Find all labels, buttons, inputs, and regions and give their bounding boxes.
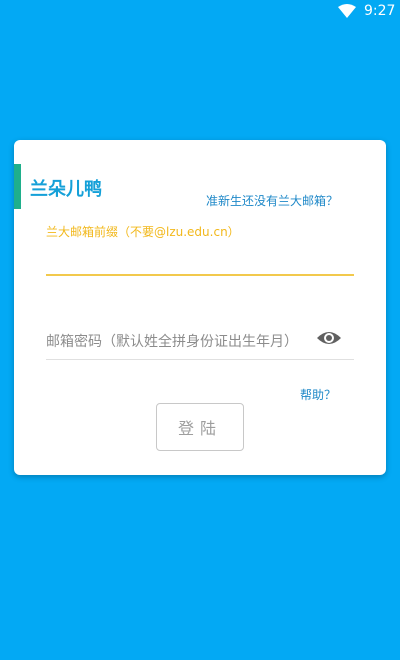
password-underline <box>46 359 354 360</box>
password-input[interactable] <box>46 326 316 356</box>
app-title: 兰朵儿鸭 <box>30 179 102 200</box>
login-button[interactable]: 登陆 <box>156 403 244 451</box>
login-card: 兰朵儿鸭 准新生还没有兰大邮箱？ 兰大邮箱前缀（不要@lzu.edu.cn） 帮… <box>14 140 386 475</box>
wifi-icon <box>338 4 356 18</box>
status-bar: 9:27 <box>0 0 400 24</box>
email-prefix-label: 兰大邮箱前缀（不要@lzu.edu.cn） <box>46 225 240 239</box>
status-time: 9:27 <box>364 3 396 19</box>
help-link[interactable]: 帮助？ <box>300 386 336 403</box>
email-prefix-input[interactable] <box>46 244 354 276</box>
eye-icon[interactable] <box>316 327 342 349</box>
title-accent-bar <box>14 164 21 209</box>
new-student-link[interactable]: 准新生还没有兰大邮箱？ <box>206 192 338 209</box>
